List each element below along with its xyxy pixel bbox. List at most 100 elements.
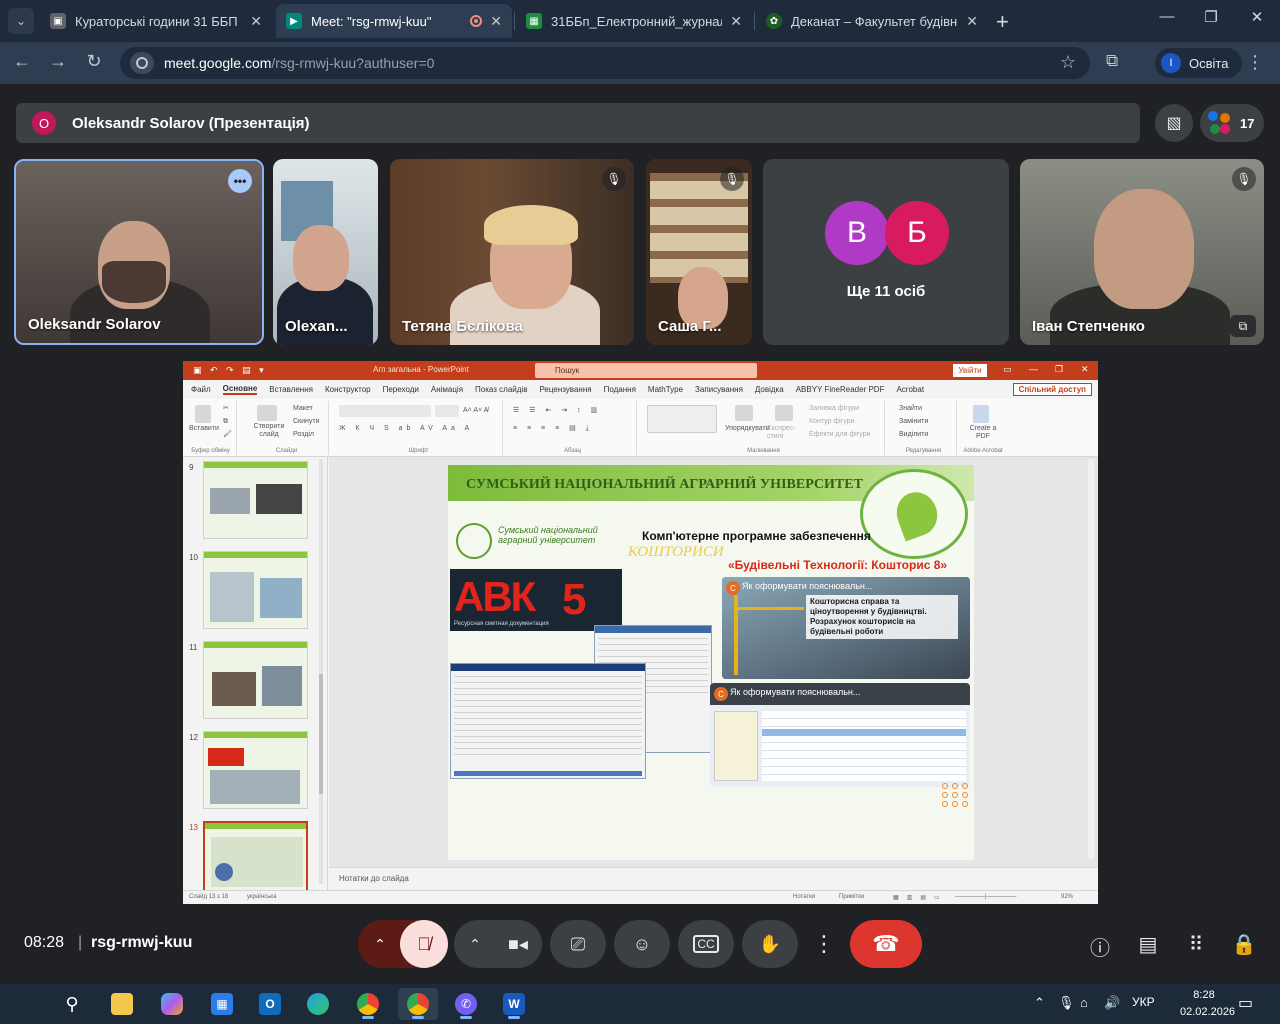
- new-tab-button[interactable]: +: [996, 9, 1009, 35]
- ppt-tab-home[interactable]: Основне: [222, 384, 258, 395]
- minimize-icon[interactable]: —: [1029, 364, 1038, 374]
- copy-icon[interactable]: ⧉: [223, 418, 228, 426]
- ppt-tab-recording[interactable]: Записування: [695, 385, 743, 394]
- reset-button[interactable]: Скинути: [293, 418, 320, 426]
- audio-settings-chevron-icon[interactable]: ⌃: [358, 936, 402, 953]
- raise-hand-button[interactable]: ✋: [742, 920, 798, 968]
- ppt-tab-help[interactable]: Довідка: [755, 385, 784, 394]
- extensions-icon[interactable]: ⧉: [1106, 51, 1118, 71]
- taskbar-store[interactable]: ▦: [202, 988, 242, 1020]
- taskbar-chrome[interactable]: [348, 988, 388, 1020]
- start-button[interactable]: [2, 988, 42, 1020]
- ppt-share-button[interactable]: Спільний доступ: [1012, 383, 1092, 396]
- ppt-signin-button[interactable]: Увійти: [953, 364, 987, 377]
- ppt-tab-review[interactable]: Рецензування: [539, 385, 591, 394]
- find-button[interactable]: Знайти: [899, 405, 922, 413]
- ppt-tab-acrobat[interactable]: Acrobat: [896, 385, 924, 394]
- comments-toggle[interactable]: Примітки: [839, 894, 864, 900]
- shapes-gallery[interactable]: [647, 405, 717, 433]
- taskbar-explorer[interactable]: [102, 988, 142, 1020]
- participant-tile-oleksandr[interactable]: ••• Oleksandr Solarov: [14, 159, 264, 345]
- hide-tiles-button[interactable]: ▧: [1155, 104, 1193, 142]
- zoom-slider[interactable]: —————|—————: [955, 894, 1017, 900]
- ppt-tab-transitions[interactable]: Переходи: [383, 385, 419, 394]
- section-button[interactable]: Розділ: [293, 431, 314, 439]
- browser-tab-dekanat[interactable]: ✿ Деканат – Факультет будівниц ✕: [756, 4, 988, 38]
- more-options-button[interactable]: ⋮: [810, 920, 838, 968]
- reload-button[interactable]: ↻: [82, 51, 106, 72]
- restore-icon[interactable]: ❐: [1055, 364, 1063, 375]
- editor-scrollbar[interactable]: [1088, 459, 1094, 859]
- slide-thumbnail[interactable]: [203, 731, 308, 809]
- ppt-tab-view[interactable]: Подання: [604, 385, 636, 394]
- cut-icon[interactable]: ✂: [223, 405, 229, 413]
- notifications-icon[interactable]: ▭: [1238, 993, 1253, 1013]
- ppt-search-box[interactable]: Пошук: [535, 363, 757, 378]
- align-icons[interactable]: ≡ ≡ ≡ ≡ ▤ ⤓: [513, 425, 593, 433]
- close-icon[interactable]: ✕: [250, 13, 262, 30]
- ppt-tab-slideshow[interactable]: Показ слайдів: [475, 385, 527, 394]
- present-screen-button[interactable]: ⎚: [550, 920, 606, 968]
- ppt-tab-insert[interactable]: Вставлення: [269, 385, 313, 394]
- profile-button[interactable]: І Освіта: [1155, 48, 1243, 78]
- ribbon-display-icon[interactable]: ▭: [1003, 364, 1012, 375]
- participant-tile-others[interactable]: В Б Ще 11 осіб: [763, 159, 1009, 345]
- close-icon[interactable]: ✕: [1081, 364, 1089, 375]
- browser-tab-kuratorski[interactable]: ▣ Кураторські години 31 ББП ✕: [40, 4, 272, 38]
- create-pdf-button[interactable]: Create a PDF: [965, 425, 1001, 441]
- meeting-details-icon[interactable]: ⓘ: [1086, 932, 1114, 961]
- font-name-box[interactable]: [339, 405, 431, 417]
- leave-call-button[interactable]: ☎: [850, 920, 922, 968]
- ppt-tab-animations[interactable]: Анімація: [431, 385, 463, 394]
- notes-toggle[interactable]: Нотатки: [793, 894, 815, 900]
- list-icons[interactable]: ☰ ☰ ⇤ ⇥ ↕ ▥: [513, 407, 601, 415]
- close-window-button[interactable]: ✕: [1234, 8, 1280, 26]
- ppt-tab-file[interactable]: Файл: [191, 385, 211, 394]
- volume-icon[interactable]: 🔊: [1104, 995, 1120, 1011]
- back-button[interactable]: ←: [10, 51, 34, 72]
- network-icon[interactable]: ⌂: [1080, 995, 1088, 1010]
- camera-icon[interactable]: ■◂: [494, 920, 542, 968]
- tab-search-button[interactable]: ⌄: [8, 8, 34, 34]
- shape-effects-button[interactable]: Ефекти для фігури: [809, 431, 871, 439]
- taskbar-edge[interactable]: [298, 988, 338, 1020]
- address-bar[interactable]: meet.google.com/rsg-rmwj-kuu?authuser=0 …: [120, 47, 1090, 79]
- close-icon[interactable]: ✕: [966, 13, 978, 30]
- new-slide-button[interactable]: Створити слайд: [249, 423, 289, 439]
- zoom-level[interactable]: 92%: [1061, 894, 1073, 900]
- language-indicator[interactable]: УКР: [1132, 995, 1155, 1009]
- participants-button[interactable]: 17: [1200, 104, 1264, 142]
- select-button[interactable]: Виділити: [899, 431, 928, 439]
- browser-tab-meet[interactable]: ▶ Meet: "rsg-rmwj-kuu" ✕: [276, 4, 512, 38]
- close-icon[interactable]: ✕: [490, 13, 502, 30]
- participant-tile-sasha[interactable]: 🎙 Саша Г...: [646, 159, 752, 345]
- ppt-tab-mathtype[interactable]: MathType: [648, 385, 683, 394]
- taskbar-word[interactable]: W: [494, 988, 534, 1020]
- ppt-tab-abbyy[interactable]: ABBYY FineReader PDF: [796, 385, 885, 394]
- host-controls-icon[interactable]: 🔒: [1230, 932, 1258, 957]
- embedded-video-1[interactable]: С Як оформувати пояснювальн... Кошторисн…: [722, 577, 970, 679]
- slide-thumbnail[interactable]: [203, 641, 308, 719]
- taskbar-copilot[interactable]: [152, 988, 192, 1020]
- more-options-icon[interactable]: •••: [228, 169, 252, 193]
- microphone-tray-icon[interactable]: 🎙: [1058, 995, 1075, 1011]
- video-settings-chevron-icon[interactable]: ⌃: [454, 936, 496, 953]
- forward-button[interactable]: →: [46, 51, 70, 72]
- browser-menu-icon[interactable]: ⋮: [1246, 52, 1264, 73]
- format-painter-icon[interactable]: 🖌: [223, 431, 232, 439]
- activities-icon[interactable]: ⠿: [1182, 932, 1210, 957]
- taskbar-outlook[interactable]: O: [250, 988, 290, 1020]
- layout-button[interactable]: Макет: [293, 405, 313, 413]
- captions-button[interactable]: CC: [678, 920, 734, 968]
- quick-styles-button[interactable]: Експрес-стилі: [767, 425, 803, 441]
- participant-tile-tetiana[interactable]: 🎙 Тетяна Бєлікова: [390, 159, 634, 345]
- thumbnail-scrollbar[interactable]: [319, 459, 323, 884]
- taskbar-viber[interactable]: ✆: [446, 988, 486, 1020]
- view-buttons[interactable]: ▦▥▤▭: [893, 894, 948, 901]
- font-grow-icon[interactable]: A˄ A˅ A̸: [463, 407, 488, 415]
- slide-thumbnail-selected[interactable]: [203, 821, 308, 890]
- tray-chevron-icon[interactable]: ⌃: [1034, 995, 1045, 1011]
- paste-button[interactable]: Вставити: [189, 425, 219, 433]
- minimize-button[interactable]: —: [1144, 8, 1190, 25]
- slide-notes-field[interactable]: Нотатки до слайда: [329, 867, 1098, 890]
